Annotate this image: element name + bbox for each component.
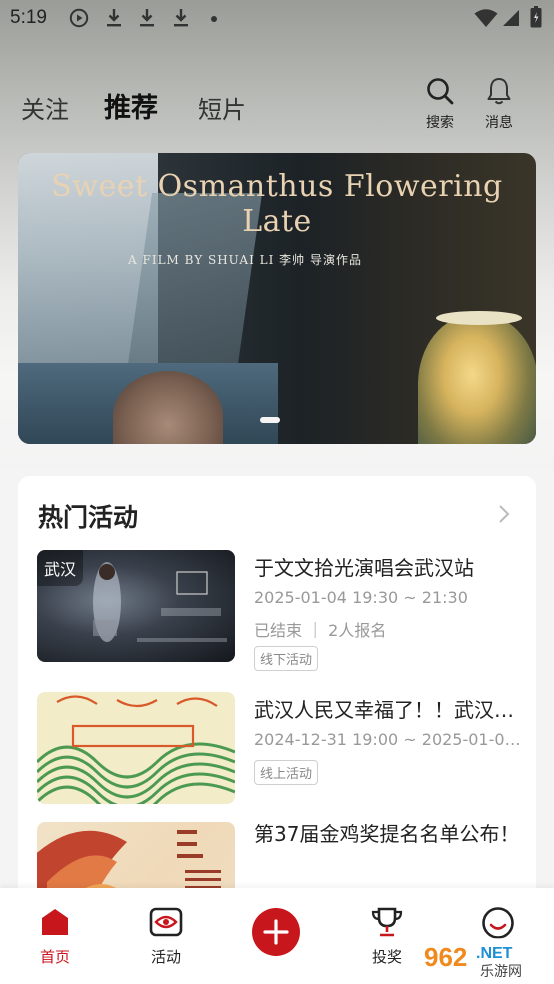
banner-image-lamp: [418, 315, 536, 444]
tab-recommended[interactable]: 推荐: [104, 86, 158, 125]
nav-home-label: 首页: [39, 948, 70, 966]
nav-activities-label: 活动: [150, 948, 181, 966]
chevron-right-icon[interactable]: [496, 502, 512, 526]
nav-vote-label: 投奖: [371, 948, 402, 966]
tab-following[interactable]: 关注: [21, 90, 69, 125]
music-festival-poster-image: [37, 695, 235, 804]
home-icon: [42, 909, 68, 935]
activity-type-tag: 线下活动: [254, 646, 319, 671]
messages-label: 消息: [485, 115, 513, 131]
activity-thumbnail: [37, 692, 235, 804]
featured-banner[interactable]: Sweet Osmanthus Flowering Late A FILM BY…: [18, 153, 536, 444]
activity-title: 第37届金鸡奖提名名单公布！: [254, 822, 520, 846]
search-icon: [427, 78, 454, 105]
bell-icon: [487, 78, 511, 105]
plus-icon: [263, 919, 289, 945]
nav-home[interactable]: 首页: [25, 906, 85, 967]
hot-activities-card: 热门活动 武汉 于文文拾光演唱会武汉站 2025-01-04 19:30 ~ 2…: [18, 476, 536, 934]
city-badge: 武汉: [37, 550, 84, 586]
status-time: 5:19: [10, 7, 47, 28]
search-label: 搜索: [426, 115, 454, 131]
wifi-icon: [474, 9, 498, 27]
activity-date: 2024-12-31 19:00 ~ 2025-01-01 02:00: [254, 730, 524, 749]
activity-date: 2025-01-04 19:30 ~ 21:30: [254, 588, 468, 607]
tab-shorts[interactable]: 短片: [198, 90, 246, 125]
download-icon: [174, 9, 188, 27]
banner-title: Sweet Osmanthus Flowering Late: [51, 169, 503, 239]
download-icon: [140, 9, 154, 27]
activity-title: 武汉人民又幸福了！！武汉音乐节: [254, 698, 524, 722]
create-button[interactable]: [252, 908, 300, 956]
activity-title: 于文文拾光演唱会武汉站: [254, 556, 474, 580]
status-bar: 5:19: [0, 0, 554, 38]
activity-type-tag: 线上活动: [254, 760, 319, 785]
notification-dot-icon: [211, 16, 217, 22]
site-watermark-logo: 962 .NET 乐游网: [418, 938, 550, 980]
play-circle-icon: [69, 8, 89, 28]
eye-icon: [149, 907, 183, 937]
activity-item[interactable]: 武汉 于文文拾光演唱会武汉站 2025-01-04 19:30 ~ 21:30 …: [18, 550, 536, 671]
banner-image-lamp-top: [436, 311, 522, 325]
trophy-icon: [371, 907, 403, 937]
svg-text:.NET: .NET: [476, 945, 513, 962]
nav-vote[interactable]: 投奖: [357, 906, 417, 967]
svg-text:962: 962: [424, 942, 467, 972]
battery-icon: [530, 6, 542, 28]
banner-credit: A FILM BY SHUAI LI 李帅 导演作品: [128, 253, 362, 267]
cell-signal-icon: [503, 10, 519, 26]
activity-thumbnail: 武汉: [37, 550, 235, 662]
activity-status: 已结束 ｜ 2人报名: [254, 621, 387, 640]
section-heading: 热门活动: [38, 503, 139, 532]
svg-text:乐游网: 乐游网: [480, 964, 522, 980]
banner-page-indicator[interactable]: [260, 417, 280, 423]
activity-item[interactable]: 武汉人民又幸福了！！武汉音乐节 2024-12-31 19:00 ~ 2025-…: [18, 692, 536, 804]
nav-activities[interactable]: 活动: [136, 906, 196, 967]
messages-button[interactable]: 消息: [475, 76, 523, 132]
download-icon: [107, 9, 121, 27]
search-button[interactable]: 搜索: [416, 76, 464, 132]
